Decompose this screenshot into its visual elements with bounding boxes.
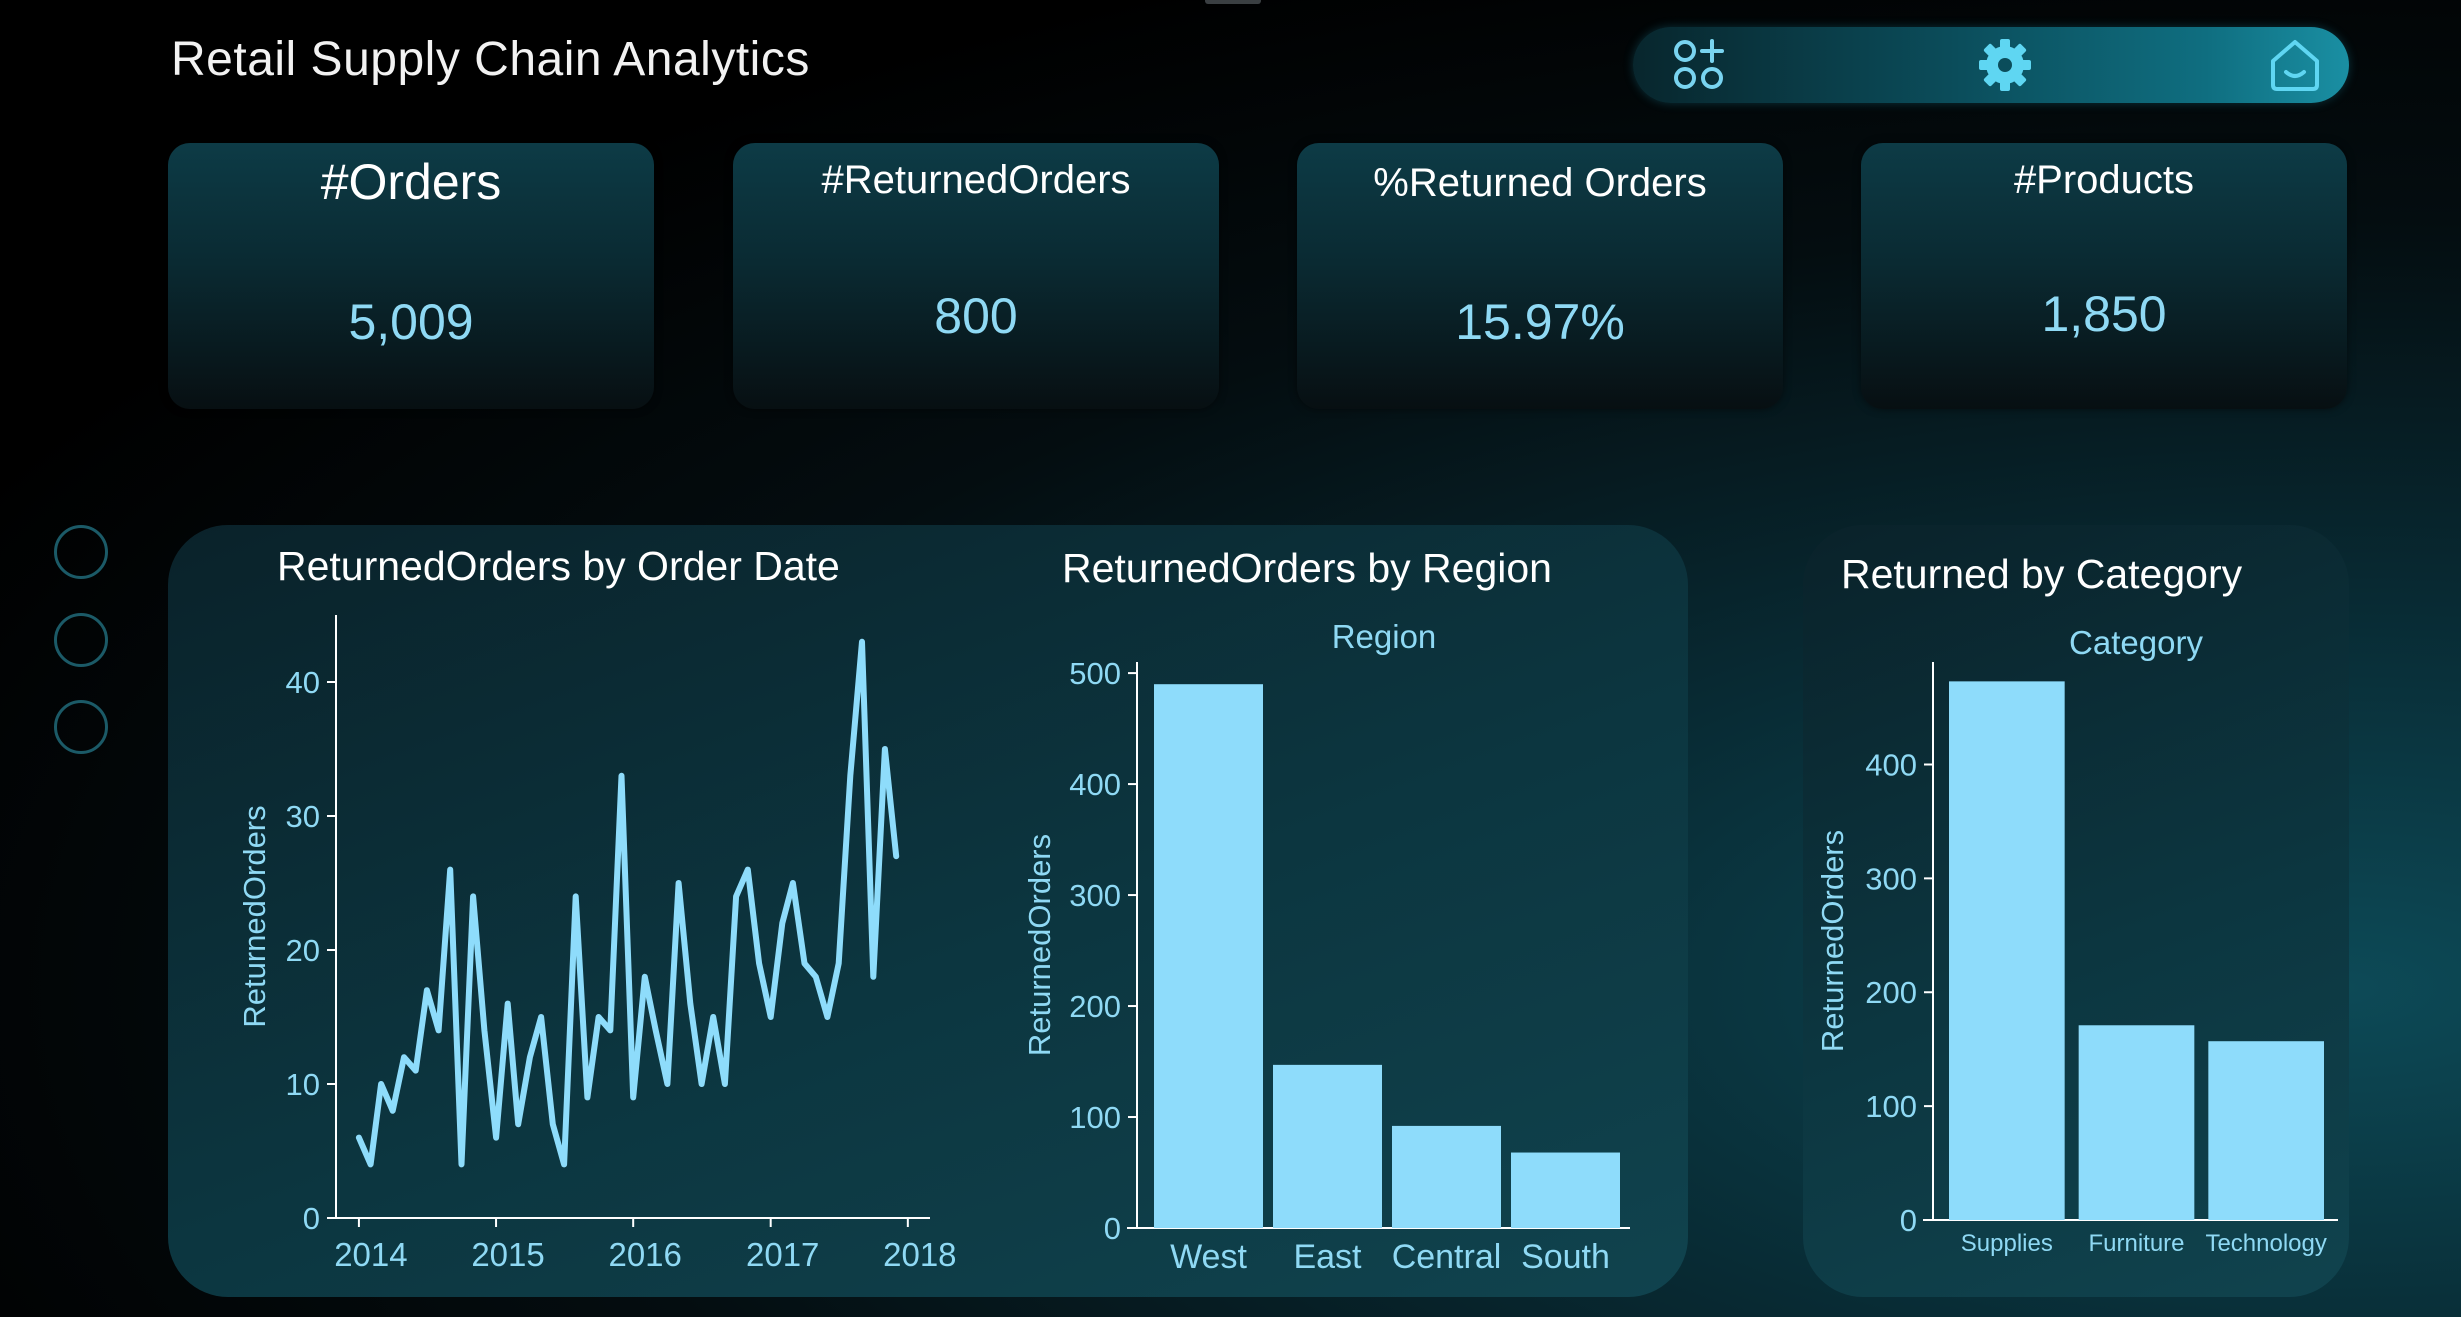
y-tick-label: 40 xyxy=(286,665,320,700)
y-axis-label: ReturnedOrders xyxy=(1022,834,1057,1056)
y-tick-label: 20 xyxy=(286,933,320,968)
x-tick-label: 2017 xyxy=(746,1236,819,1273)
x-tick-label: 2016 xyxy=(608,1236,681,1273)
bar-east xyxy=(1273,1064,1382,1228)
y-tick-label: 200 xyxy=(1069,989,1121,1024)
y-tick-label: 400 xyxy=(1865,747,1917,782)
y-tick-label: 0 xyxy=(1900,1203,1917,1238)
bar-technology xyxy=(2208,1041,2324,1220)
y-tick-label: 400 xyxy=(1069,767,1121,802)
y-tick-label: 30 xyxy=(286,799,320,834)
legend-title: Region xyxy=(1332,618,1437,655)
bar-south xyxy=(1511,1152,1620,1228)
x-tick-label: 2015 xyxy=(471,1236,544,1273)
y-tick-label: 0 xyxy=(303,1201,320,1236)
x-tick-label: Supplies xyxy=(1961,1230,2053,1257)
bar-central xyxy=(1392,1125,1501,1228)
x-tick-label: Central xyxy=(1392,1238,1502,1276)
x-tick-label: South xyxy=(1521,1238,1610,1276)
y-tick-label: 100 xyxy=(1069,1100,1121,1135)
y-axis-label: ReturnedOrders xyxy=(1815,830,1850,1052)
y-tick-label: 500 xyxy=(1069,656,1121,691)
x-tick-label: Furniture xyxy=(2088,1230,2184,1257)
y-tick-label: 300 xyxy=(1069,878,1121,913)
y-tick-label: 10 xyxy=(286,1067,320,1102)
bar-furniture xyxy=(2078,1025,2195,1220)
series-line xyxy=(355,638,900,1168)
y-tick-label: 100 xyxy=(1865,1089,1917,1124)
y-tick-label: 200 xyxy=(1865,975,1917,1010)
x-tick-label: 2014 xyxy=(334,1236,407,1273)
line-chart: 0 10 20 30 40 2014 2015 2016 2017 2018 ReturnedOrd… xyxy=(237,615,2338,1276)
bar-west xyxy=(1154,684,1263,1228)
legend-title: Category xyxy=(2069,624,2203,661)
y-tick-label: 0 xyxy=(1104,1211,1121,1246)
x-tick-label: 2018 xyxy=(883,1236,956,1273)
x-tick-label: Technology xyxy=(2205,1230,2326,1257)
x-tick-label: East xyxy=(1293,1238,1362,1276)
y-axis-label: ReturnedOrders xyxy=(237,805,272,1027)
bar-supplies xyxy=(1949,681,2065,1220)
x-tick-label: West xyxy=(1170,1238,1247,1276)
y-tick-label: 300 xyxy=(1865,861,1917,896)
